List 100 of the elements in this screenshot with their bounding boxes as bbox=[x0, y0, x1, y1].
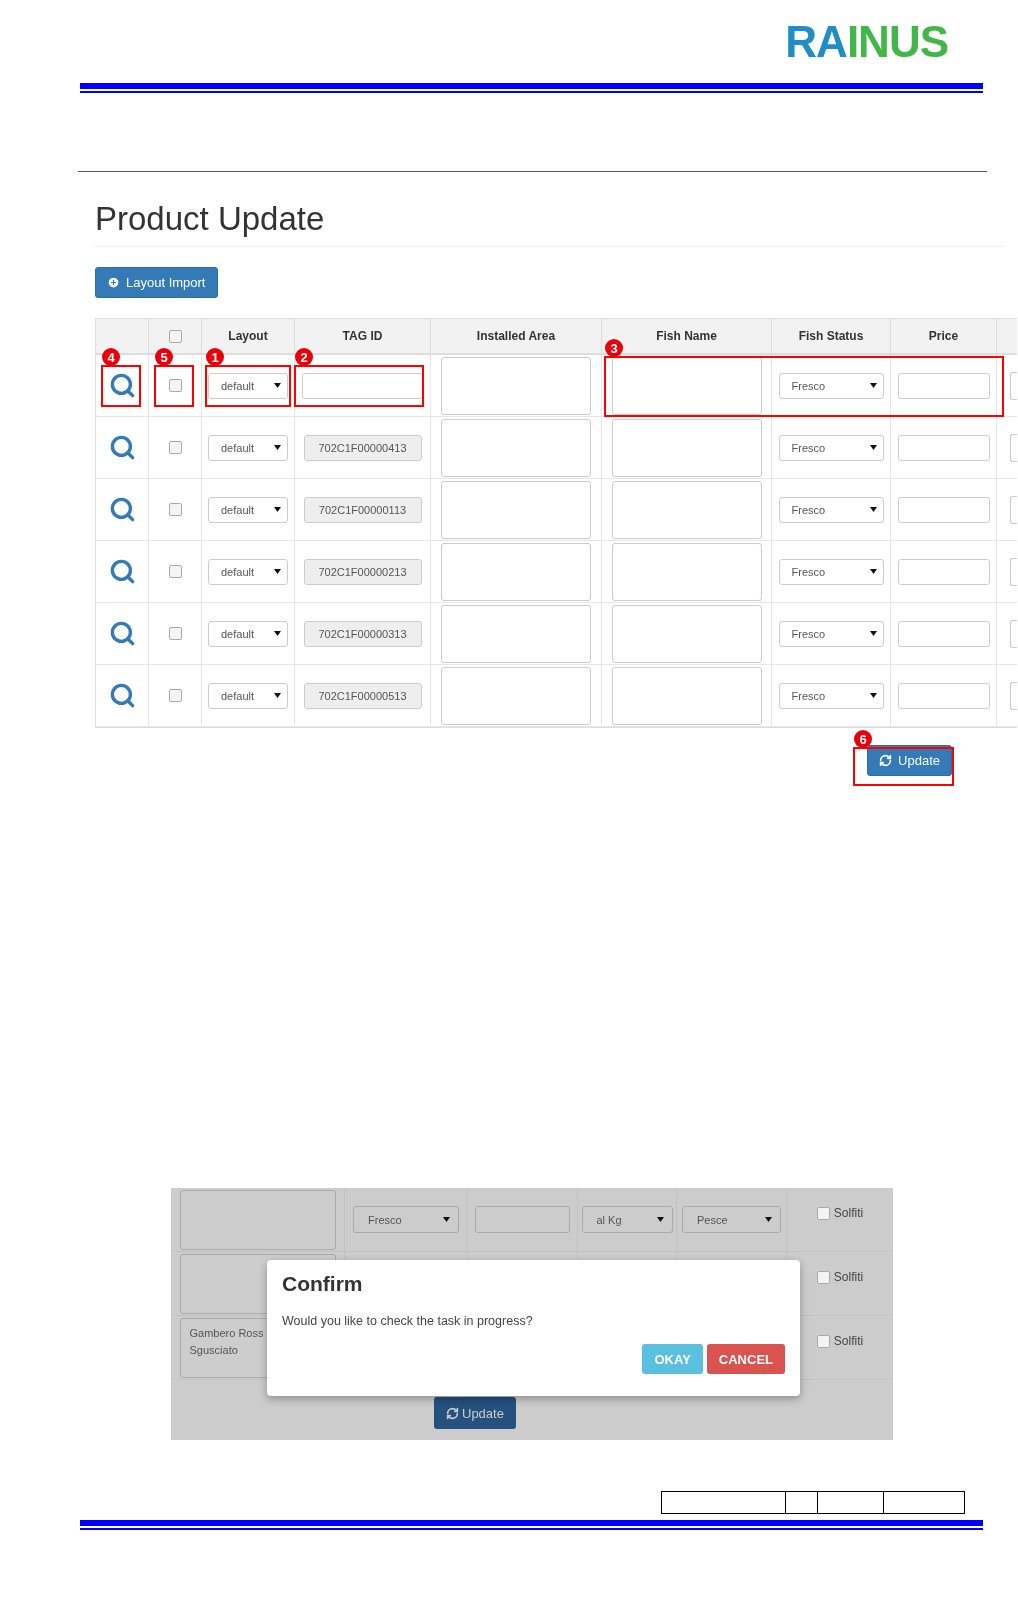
tag-id-field[interactable]: 702C1F00000413 bbox=[303, 434, 422, 461]
layout-select[interactable]: default bbox=[208, 434, 288, 461]
price-field[interactable] bbox=[897, 434, 990, 461]
search-icon[interactable] bbox=[108, 682, 136, 709]
caret-icon bbox=[869, 507, 877, 512]
step-number: 5 bbox=[155, 348, 173, 366]
price-field[interactable] bbox=[475, 1206, 570, 1233]
installed-area-field[interactable] bbox=[441, 480, 591, 539]
update-button[interactable]: Update bbox=[434, 1397, 516, 1429]
fish-name-field[interactable] bbox=[611, 356, 762, 415]
update-button[interactable]: Update bbox=[867, 745, 952, 776]
step-number: 4 bbox=[102, 348, 120, 366]
layout-select[interactable]: default bbox=[208, 558, 288, 585]
highlight-frame bbox=[101, 365, 141, 407]
tag-id-field[interactable] bbox=[302, 372, 423, 399]
field-edge bbox=[1010, 619, 1017, 648]
fish-name-field[interactable] bbox=[611, 666, 762, 725]
price-field[interactable] bbox=[897, 496, 990, 523]
price-field[interactable] bbox=[897, 682, 990, 709]
tag-id-field[interactable]: 702C1F00000213 bbox=[303, 558, 422, 585]
column-header: Price bbox=[928, 329, 959, 343]
field-edge bbox=[1010, 681, 1017, 710]
fish-status-select[interactable]: Fresco bbox=[353, 1206, 459, 1233]
layout-select[interactable]: default bbox=[208, 372, 288, 399]
search-icon[interactable] bbox=[108, 496, 136, 523]
caret-icon bbox=[274, 445, 281, 450]
option-checkbox[interactable] bbox=[816, 1334, 830, 1348]
caret-icon bbox=[869, 631, 877, 636]
tag-id-field[interactable]: 702C1F00000513 bbox=[303, 682, 422, 709]
fish-name-field[interactable] bbox=[179, 1189, 336, 1250]
price-field[interactable] bbox=[897, 372, 990, 399]
search-icon[interactable] bbox=[108, 434, 136, 461]
row-checkbox[interactable] bbox=[168, 441, 182, 454]
field-edge bbox=[1010, 495, 1017, 524]
step-number: 1 bbox=[206, 348, 224, 366]
installed-area-field[interactable] bbox=[441, 666, 591, 725]
select-all-checkbox[interactable] bbox=[168, 329, 182, 343]
row-checkbox[interactable] bbox=[168, 379, 182, 392]
fish-name-field[interactable] bbox=[611, 480, 762, 539]
tag-id-field[interactable]: 702C1F00000313 bbox=[303, 620, 422, 647]
column-header: Fish Name bbox=[656, 329, 717, 343]
price-field[interactable] bbox=[897, 620, 990, 647]
caret-icon bbox=[274, 631, 281, 636]
caret-icon bbox=[443, 1217, 450, 1222]
fish-status-select[interactable]: Fresco bbox=[778, 434, 884, 461]
option-label: Solfiti bbox=[833, 1334, 864, 1348]
fish-status-select[interactable]: Fresco bbox=[778, 620, 884, 647]
row-checkbox[interactable] bbox=[168, 627, 182, 640]
caret-icon bbox=[656, 1217, 664, 1222]
installed-area-field[interactable] bbox=[441, 604, 591, 663]
logo: RAINUS bbox=[785, 16, 948, 68]
installed-area-field[interactable] bbox=[441, 356, 591, 415]
layout-select[interactable]: default bbox=[208, 682, 288, 709]
option-label: Solfiti bbox=[833, 1270, 864, 1284]
option-checkbox[interactable] bbox=[816, 1270, 830, 1284]
fish-status-select[interactable]: Fresco bbox=[778, 372, 884, 399]
caret-icon bbox=[869, 569, 877, 574]
row-checkbox[interactable] bbox=[168, 503, 182, 516]
layout-select[interactable]: default bbox=[208, 496, 288, 523]
column-header: Layout bbox=[228, 329, 268, 343]
highlight-frame bbox=[154, 365, 194, 407]
column-header: TAG ID bbox=[342, 329, 383, 343]
column-header: Installed Area bbox=[476, 329, 556, 343]
tag-id-field[interactable]: 702C1F00000113 bbox=[303, 496, 422, 523]
field-edge bbox=[1010, 371, 1017, 400]
row-checkbox[interactable] bbox=[168, 689, 182, 702]
caret-icon bbox=[869, 383, 877, 388]
option-checkbox[interactable] bbox=[816, 1206, 830, 1220]
caret-icon bbox=[274, 383, 281, 388]
caret-icon bbox=[765, 1217, 772, 1222]
unit-select[interactable]: al Kg bbox=[581, 1206, 673, 1233]
installed-area-field[interactable] bbox=[441, 542, 591, 601]
installed-area-field[interactable] bbox=[441, 418, 591, 477]
category-select[interactable]: Pesce bbox=[682, 1206, 781, 1233]
layout-select[interactable]: default bbox=[208, 620, 288, 647]
fish-name-field[interactable] bbox=[611, 418, 762, 477]
cancel-button[interactable]: CANCEL bbox=[706, 1344, 785, 1374]
dialog-title: Confirm bbox=[282, 1272, 364, 1296]
caret-icon bbox=[274, 693, 281, 698]
search-icon[interactable] bbox=[108, 620, 136, 647]
page-title: Product Update bbox=[95, 200, 1003, 247]
field-edge bbox=[1010, 433, 1017, 462]
step-number: 2 bbox=[295, 348, 313, 366]
row-checkbox[interactable] bbox=[168, 565, 182, 578]
fish-status-select[interactable]: Fresco bbox=[778, 496, 884, 523]
refresh-icon bbox=[879, 754, 893, 767]
fish-status-select[interactable]: Fresco bbox=[778, 682, 884, 709]
fish-status-select[interactable]: Fresco bbox=[778, 558, 884, 585]
search-icon[interactable] bbox=[108, 372, 136, 399]
search-icon[interactable] bbox=[108, 558, 136, 585]
fish-name-field[interactable] bbox=[611, 542, 762, 601]
caret-icon bbox=[274, 569, 281, 574]
step-number: 6 bbox=[854, 730, 872, 748]
fish-name-field[interactable] bbox=[611, 604, 762, 663]
refresh-icon bbox=[446, 1406, 459, 1420]
price-field[interactable] bbox=[897, 558, 990, 585]
field-edge bbox=[1010, 557, 1017, 586]
layout-import-button[interactable]: Layout Import bbox=[95, 267, 218, 298]
caret-icon bbox=[274, 507, 281, 512]
caret-icon bbox=[869, 693, 877, 698]
